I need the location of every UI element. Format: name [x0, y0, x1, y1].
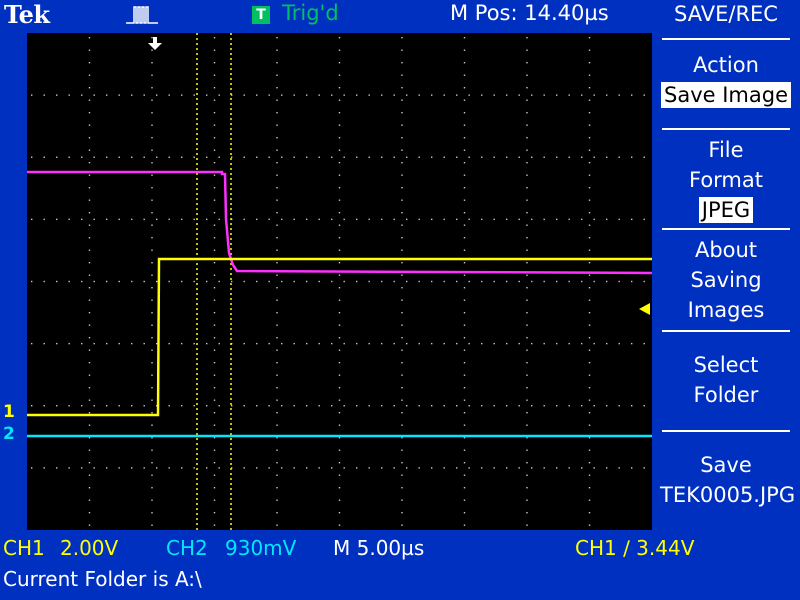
menu-file-format-label-1: File [708, 138, 744, 162]
menu-file-format-label-2: Format [688, 168, 763, 192]
menu-separator [662, 228, 790, 230]
menu-save-filename: TEK0005.JPG [660, 483, 796, 507]
menu-separator [662, 128, 790, 130]
ch2-label: CH2 [166, 536, 208, 560]
channel-status-bar: CH1 2.00V CH2 930mV M 5.00µs CH1 ∕ 3.44V [0, 533, 800, 567]
trigger-readout: CH1 ∕ 3.44V [575, 536, 695, 560]
menu-separator [662, 430, 790, 432]
ch2-ground-marker: 2 [3, 424, 15, 444]
menu-separator [662, 38, 790, 40]
menu-file-format-value: JPEG [698, 197, 754, 223]
menu-save-button[interactable]: Save TEK0005.JPG [660, 450, 796, 510]
menu-about-label-3: Images [687, 298, 765, 322]
menu-select-folder-button[interactable]: Select Folder [660, 350, 792, 410]
side-menu: SAVE/REC Action Save Image File Format J… [652, 0, 800, 530]
timebase-readout: M 5.00µs [333, 536, 425, 560]
acquisition-pulse-icon [126, 6, 158, 24]
menu-title: SAVE/REC [674, 2, 778, 26]
trigger-position-marker [148, 37, 162, 50]
graticule [31, 37, 645, 526]
menu-about-saving-button[interactable]: About Saving Images [660, 235, 792, 325]
ch1-scale: 2.00V [60, 536, 119, 560]
horizontal-position-readout: M Pos: 14.40µs [450, 1, 609, 25]
menu-select-label-2: Folder [693, 383, 759, 407]
ch1-label: CH1 [3, 536, 45, 560]
menu-action-button[interactable]: Action Save Image [660, 50, 792, 110]
trigger-status-badge: T [252, 6, 270, 24]
ch1-ground-marker: 1 [3, 402, 15, 422]
waveform-display[interactable] [27, 33, 652, 530]
menu-file-format-button[interactable]: File Format JPEG [660, 135, 792, 225]
brand-logo: Tek [4, 0, 50, 29]
menu-action-value: Save Image [661, 82, 791, 108]
menu-separator [662, 330, 790, 332]
menu-about-label-1: About [694, 238, 758, 262]
ch2-scale: 930mV [225, 536, 297, 560]
trigger-status-label: Trig'd [282, 1, 339, 25]
menu-about-label-2: Saving [690, 268, 762, 292]
menu-action-label: Action [693, 53, 759, 77]
top-status-bar: Tek T Trig'd M Pos: 14.40µs [0, 0, 652, 30]
trigger-level-arrow-icon [639, 303, 650, 315]
current-folder-text: Current Folder is A:\ [3, 567, 202, 591]
menu-select-label-1: Select [693, 353, 759, 377]
menu-save-label: Save [700, 453, 752, 477]
